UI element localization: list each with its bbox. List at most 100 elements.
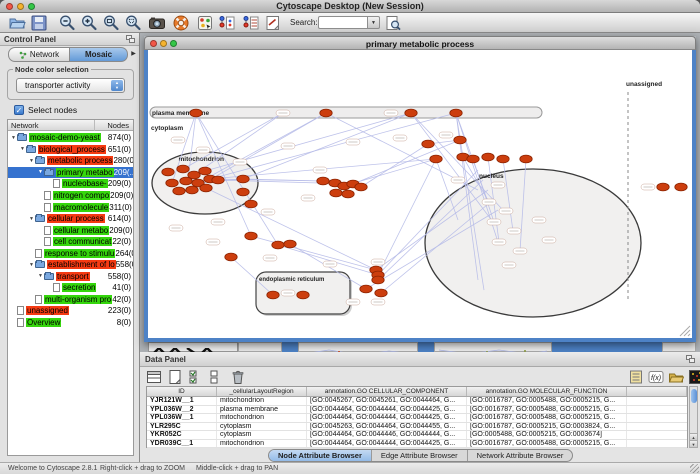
tree-row[interactable]: ▼primary metabo209(... bbox=[8, 167, 133, 179]
graph-node[interactable] bbox=[375, 289, 387, 297]
network-window-titlebar[interactable]: primary metabolic process bbox=[144, 36, 696, 50]
table-cell[interactable]: [GO:0016787, GO:0005488, GO:0005215, G..… bbox=[467, 397, 627, 405]
tree-row[interactable]: nucleobase-209(0) bbox=[8, 178, 133, 190]
graph-node[interactable] bbox=[177, 165, 189, 173]
delete-attribute-icon[interactable] bbox=[230, 369, 246, 385]
tree-row[interactable]: ▼metabolic process280(0) bbox=[8, 155, 133, 167]
tree-expander-icon[interactable]: ▼ bbox=[28, 262, 35, 268]
tree-expander-icon[interactable]: ▼ bbox=[28, 216, 35, 222]
graph-node[interactable] bbox=[675, 183, 687, 191]
graph-node[interactable] bbox=[657, 183, 669, 191]
annotation-icon[interactable] bbox=[264, 14, 282, 32]
table-row[interactable]: YDR039C__1mitochondrion[GO:0044464, GO:0… bbox=[147, 440, 687, 449]
graph-node[interactable] bbox=[422, 140, 434, 148]
table-cell[interactable]: cytoplasm bbox=[217, 431, 307, 439]
tree-row[interactable]: ▼biological_process651(0) bbox=[8, 144, 133, 156]
graph-node[interactable] bbox=[520, 155, 532, 163]
table-cell[interactable]: [GO:0044464, GO:0044444, GO:0044425, G..… bbox=[307, 440, 467, 448]
graph-node[interactable] bbox=[173, 187, 185, 195]
table-cell[interactable]: [GO:0045263, GO:0044464, GO:0044455, G..… bbox=[307, 423, 467, 431]
attribute-list-icon[interactable] bbox=[628, 369, 644, 385]
table-cell[interactable]: plasma membrane bbox=[217, 406, 307, 414]
graph-node[interactable] bbox=[212, 176, 224, 184]
table-row[interactable]: YKR052Ccytoplasm[GO:0044464, GO:0044446,… bbox=[147, 431, 687, 440]
graph-node[interactable] bbox=[454, 136, 466, 144]
zoom-in-icon[interactable] bbox=[80, 14, 98, 32]
tab-edge-attribute-browser[interactable]: Edge Attribute Browser bbox=[372, 450, 468, 461]
table-cell[interactable]: [GO:0005488, GO:0005215, GO:0003674] bbox=[467, 431, 627, 439]
table-cell[interactable]: YPL036W__2 bbox=[147, 406, 217, 414]
graph-node[interactable] bbox=[200, 184, 212, 192]
graph-node[interactable] bbox=[372, 276, 384, 284]
tree-row[interactable]: macromolecule311(0) bbox=[8, 201, 133, 213]
table-cell[interactable]: [GO:0044464, GO:0044446, GO:0044444, G..… bbox=[307, 431, 467, 439]
scrollbar-thumb[interactable] bbox=[691, 389, 697, 403]
graph-node[interactable] bbox=[245, 200, 257, 208]
snapshot-camera-icon[interactable] bbox=[148, 14, 166, 32]
table-row[interactable]: YJR121W__1mitochondrion[GO:0045267, GO:0… bbox=[147, 397, 687, 406]
table-cell[interactable]: mitochondrion bbox=[217, 397, 307, 405]
scroll-down-arrow[interactable]: ▼ bbox=[690, 440, 697, 447]
network-canvas[interactable]: plasma membranecytoplasmmitochondrionnuc… bbox=[144, 50, 696, 342]
tree-row[interactable]: ▼transport558(0) bbox=[8, 271, 133, 283]
search-input[interactable] bbox=[318, 16, 368, 29]
zoom-out-icon[interactable] bbox=[58, 14, 76, 32]
new-attribute-icon[interactable] bbox=[167, 369, 183, 385]
table-column-header[interactable]: annotation.GO CELLULAR_COMPONENT bbox=[307, 387, 467, 396]
table-cell[interactable]: [GO:0045267, GO:0045261, GO:0044464, G..… bbox=[307, 397, 467, 405]
background-window-fragment[interactable] bbox=[662, 342, 696, 352]
graph-node[interactable] bbox=[360, 285, 372, 293]
table-cell[interactable]: cytoplasm bbox=[217, 423, 307, 431]
graph-node[interactable] bbox=[342, 190, 354, 198]
save-icon[interactable] bbox=[30, 14, 48, 32]
tab-network[interactable]: Network bbox=[8, 47, 70, 62]
network-graph[interactable]: plasma membranecytoplasmmitochondrionnuc… bbox=[148, 50, 692, 338]
table-cell[interactable]: YDR039C__1 bbox=[147, 440, 217, 448]
tree-row[interactable]: multi-organism pro42(0) bbox=[8, 294, 133, 306]
table-cell[interactable]: [GO:0016787, GO:0005215, GO:0003824, G..… bbox=[467, 423, 627, 431]
table-scrollbar[interactable]: ▲ ▼ bbox=[689, 386, 698, 448]
tree-row[interactable]: ▼cellular process614(0) bbox=[8, 213, 133, 225]
table-cell[interactable]: mitochondrion bbox=[217, 440, 307, 448]
unselect-all-attributes-icon[interactable] bbox=[209, 369, 225, 385]
graph-node[interactable] bbox=[245, 232, 257, 240]
window-resize-grip[interactable] bbox=[690, 464, 699, 473]
table-cell[interactable]: [GO:0016787, GO:0005488, GO:0005215, G..… bbox=[467, 406, 627, 414]
background-window-fragment[interactable] bbox=[418, 342, 434, 352]
tree-row[interactable]: nitrogen compo209(0) bbox=[8, 190, 133, 202]
table-cell[interactable]: [GO:0044464, GO:0044444, GO:0044425, G..… bbox=[307, 414, 467, 422]
graph-node[interactable] bbox=[186, 186, 198, 194]
background-window-fragment[interactable] bbox=[568, 342, 662, 352]
background-window-fragment[interactable] bbox=[238, 342, 282, 352]
tab-mosaic[interactable]: Mosaic bbox=[70, 47, 128, 62]
graph-node[interactable] bbox=[482, 153, 494, 161]
graph-node[interactable] bbox=[467, 155, 479, 163]
graph-node[interactable] bbox=[237, 188, 249, 196]
table-column-header[interactable]: _cellularLayoutRegion bbox=[217, 387, 307, 396]
tab-network-attribute-browser[interactable]: Network Attribute Browser bbox=[468, 450, 573, 461]
open-folder-icon[interactable] bbox=[8, 14, 26, 32]
graph-node[interactable] bbox=[199, 167, 211, 175]
tree-row[interactable]: unassigned223(0) bbox=[8, 305, 133, 317]
graph-node[interactable] bbox=[497, 155, 509, 163]
graph-node[interactable] bbox=[180, 177, 192, 185]
graph-node[interactable] bbox=[284, 240, 296, 248]
tab-node-attribute-browser[interactable]: Node Attribute Browser bbox=[269, 450, 372, 461]
graph-node[interactable] bbox=[405, 109, 417, 117]
tree-row[interactable]: cell communicat22(0) bbox=[8, 236, 133, 248]
background-window-fragment[interactable] bbox=[298, 342, 418, 352]
table-column-header[interactable]: annotation.GO MOLECULAR_FUNCTION bbox=[467, 387, 627, 396]
background-window-fragment[interactable] bbox=[148, 342, 238, 352]
more-tabs-arrow[interactable]: ▶ bbox=[129, 47, 138, 62]
tree-row[interactable]: ▼mosaic-demo-yeast874(0) bbox=[8, 132, 133, 144]
graph-node[interactable] bbox=[355, 183, 367, 191]
table-row[interactable]: YLR295Ccytoplasm[GO:0045263, GO:0044464,… bbox=[147, 423, 687, 432]
background-window-fragment[interactable] bbox=[552, 342, 568, 352]
table-cell[interactable]: mitochondrion bbox=[217, 414, 307, 422]
tree-expander-icon[interactable]: ▼ bbox=[37, 169, 44, 175]
tree-column-network[interactable]: Network bbox=[11, 121, 39, 130]
table-cell[interactable]: YLR295C bbox=[147, 423, 217, 431]
network-window-resize-grip[interactable] bbox=[680, 326, 690, 336]
table-row[interactable]: YPL036W__1mitochondrion[GO:0044464, GO:0… bbox=[147, 414, 687, 423]
graph-node[interactable] bbox=[162, 168, 174, 176]
